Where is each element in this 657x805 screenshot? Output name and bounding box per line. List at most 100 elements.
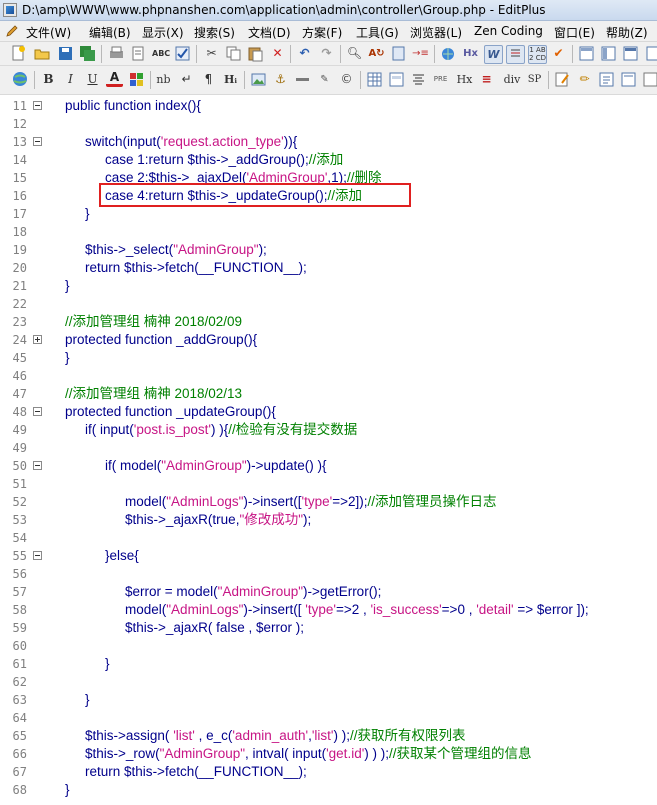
redo-icon[interactable]: ↷	[318, 45, 335, 62]
check-icon[interactable]	[174, 45, 191, 62]
code-line[interactable]: 11 public function index(){	[0, 97, 657, 115]
code-line[interactable]: 13 switch(input('request.action_type')){	[0, 133, 657, 151]
code-line[interactable]: 52 model("AdminLogs")->insert(['type'=>2]…	[0, 493, 657, 511]
spell-check-icon[interactable]: ABC	[152, 45, 170, 62]
hx-button[interactable]: Hx	[456, 71, 473, 88]
check-mark-icon[interactable]: ✔	[550, 45, 567, 62]
code-line[interactable]: 68}	[0, 781, 657, 799]
code-line[interactable]: 54	[0, 529, 657, 547]
indent-icon[interactable]: →≡	[412, 45, 429, 62]
code-line[interactable]: 57 $error = model("AdminGroup")->getError…	[0, 583, 657, 601]
code-line[interactable]: 55}else{	[0, 547, 657, 565]
save-icon[interactable]	[57, 45, 74, 62]
code-line[interactable]: 49 if( input('post.is_post') ){//检验有没有提交数…	[0, 421, 657, 439]
code-line[interactable]: 17}	[0, 205, 657, 223]
font-color-icon[interactable]: A	[106, 71, 123, 87]
table-icon[interactable]	[366, 71, 383, 88]
code-line[interactable]: 53 $this->_ajaxR(true,"修改成功");	[0, 511, 657, 529]
code-line[interactable]: 20 return $this->fetch(__FUNCTION__);	[0, 259, 657, 277]
undo-icon[interactable]: ↶	[296, 45, 313, 62]
menu-help[interactable]: 帮助(Z)	[606, 24, 648, 41]
open-folder-icon[interactable]	[34, 45, 51, 62]
copy-icon[interactable]	[225, 45, 242, 62]
css-icon[interactable]	[598, 71, 615, 88]
page-icon[interactable]	[642, 71, 657, 88]
code-line[interactable]: 22	[0, 295, 657, 313]
word-wrap-icon[interactable]: W	[484, 45, 503, 64]
comment-icon[interactable]: ✎	[316, 71, 333, 88]
code-line[interactable]: 65 $this->assign( 'list' , e_c('admin_aut…	[0, 727, 657, 745]
code-line[interactable]: 19 $this->_select("AdminGroup");	[0, 241, 657, 259]
heading-button[interactable]: Hᵢ	[222, 71, 239, 88]
fold-collapse-icon[interactable]	[33, 551, 42, 560]
print-preview-icon[interactable]	[130, 45, 147, 62]
web-browser-icon[interactable]	[440, 45, 457, 62]
color-grid-icon[interactable]	[128, 71, 145, 88]
code-line[interactable]: 62	[0, 673, 657, 691]
bold-icon[interactable]: B	[40, 71, 57, 88]
code-line[interactable]: 49	[0, 439, 657, 457]
code-line[interactable]: 63}	[0, 691, 657, 709]
menu-file[interactable]: 文件(W)	[26, 24, 71, 41]
menu-search[interactable]: 搜索(S)	[194, 24, 235, 41]
code-editor[interactable]: 11 public function index(){12 13 switch(inp…	[0, 95, 657, 805]
copyright-icon[interactable]: ©	[338, 71, 355, 88]
menu-tools[interactable]: 工具(G)	[356, 24, 399, 41]
code-line[interactable]: 46	[0, 367, 657, 385]
clipboard-icon[interactable]	[390, 45, 407, 62]
menu-edit[interactable]: 编辑(B)	[89, 24, 131, 41]
function-list-icon[interactable]	[578, 45, 595, 62]
nbsp-button[interactable]: nb	[155, 71, 172, 88]
script-icon[interactable]	[620, 71, 637, 88]
delete-icon[interactable]: ✕	[269, 45, 286, 62]
italic-icon[interactable]: I	[62, 71, 79, 88]
code-line[interactable]: 21}	[0, 277, 657, 295]
code-line[interactable]: 66 $this->_row("AdminGroup", intval( inpu…	[0, 745, 657, 763]
print-icon[interactable]	[108, 45, 125, 62]
tag-list-icon[interactable]	[644, 45, 657, 62]
fold-collapse-icon[interactable]	[33, 407, 42, 416]
paste-icon[interactable]	[247, 45, 264, 62]
fold-collapse-icon[interactable]	[33, 101, 42, 110]
column-number-icon[interactable]: 1 AB 2 CD	[528, 45, 547, 64]
anchor-icon[interactable]: ⚓	[272, 71, 289, 88]
cut-icon[interactable]: ✂	[203, 45, 220, 62]
code-line[interactable]: 18	[0, 223, 657, 241]
line-break-icon[interactable]: ↵	[178, 71, 195, 88]
code-line[interactable]: 67 return $this->fetch(__FUNCTION__);	[0, 763, 657, 781]
code-line[interactable]: 45}	[0, 349, 657, 367]
menu-browser[interactable]: 浏览器(L)	[410, 24, 462, 41]
replace-icon[interactable]: A↻	[368, 45, 385, 62]
line-numbers-icon[interactable]	[506, 45, 525, 64]
code-line[interactable]: 56	[0, 565, 657, 583]
code-line[interactable]: 23 //添加管理组 楠神 2018/02/09	[0, 313, 657, 331]
code-line[interactable]: 24 protected function _addGroup(){	[0, 331, 657, 349]
div-button[interactable]: div	[502, 71, 522, 88]
code-line[interactable]: 59 $this->_ajaxR( false , $error );	[0, 619, 657, 637]
form-icon[interactable]	[388, 71, 405, 88]
pencil-icon[interactable]: ✏	[576, 71, 593, 88]
code-line[interactable]: 14 case 1:return $this->_addGroup();//添加	[0, 151, 657, 169]
window-list-icon[interactable]	[622, 45, 639, 62]
code-line[interactable]: 12	[0, 115, 657, 133]
align-center-icon[interactable]	[410, 71, 427, 88]
code-line[interactable]: 64	[0, 709, 657, 727]
edit-page-icon[interactable]	[554, 71, 571, 88]
new-file-icon[interactable]	[10, 45, 27, 62]
code-line[interactable]: 47 //添加管理组 楠神 2018/02/13	[0, 385, 657, 403]
find-icon[interactable]: 🔍︎	[346, 45, 363, 62]
underline-icon[interactable]: U	[84, 71, 101, 88]
menu-window[interactable]: 窗口(E)	[554, 24, 595, 41]
code-line[interactable]: 48 protected function _updateGroup(){	[0, 403, 657, 421]
paragraph-icon[interactable]: ¶	[200, 71, 217, 88]
code-line[interactable]: 60	[0, 637, 657, 655]
form-field-icon[interactable]: ≡	[478, 71, 495, 88]
code-line[interactable]: 61}	[0, 655, 657, 673]
menu-document[interactable]: 文档(D)	[248, 24, 291, 41]
code-line[interactable]: 58 model("AdminLogs")->insert([ 'type'=>2…	[0, 601, 657, 619]
pre-button[interactable]: PRE	[432, 71, 449, 88]
menu-zen-coding[interactable]: Zen Coding	[474, 24, 543, 38]
menu-project[interactable]: 方案(F)	[302, 24, 342, 41]
code-line[interactable]: 50 if( model("AdminGroup")->update() ){	[0, 457, 657, 475]
image-icon[interactable]	[250, 71, 267, 88]
